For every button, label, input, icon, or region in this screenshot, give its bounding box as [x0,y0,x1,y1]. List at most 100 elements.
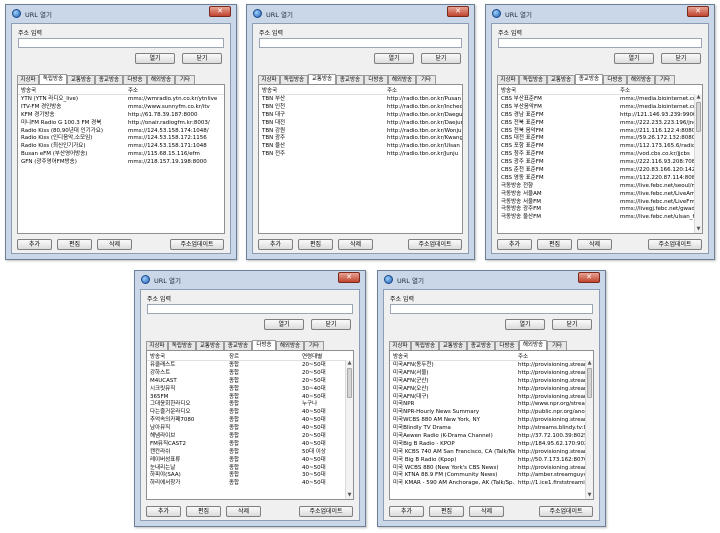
tab-multi[interactable]: 다방송 [603,75,627,84]
tab-independent[interactable]: 독립방송 [411,341,439,350]
list-item[interactable]: 미국 KMAR - 590 AM Anchorage, AK (Talk/Sp.… [390,479,593,487]
title-bar[interactable]: URL 열기 ✕ [247,5,474,23]
list-item[interactable]: YTN (YTN 라디오_live) mms://wmradio.ytn.co.k… [18,95,224,103]
station-list[interactable]: 방송국 장르 연령대별 유클래스트 종합 20~50대 강하스트 종합 20~50대 M4U… [146,350,354,500]
list-item[interactable]: 미국 KCBS 740 AM San Francisco, CA (Talk/N… [390,448,593,456]
list-item[interactable]: CBS 부산표준FM mms://media.biointernet.co [498,95,702,103]
tab-other[interactable]: 기타 [655,75,675,84]
list-item[interactable]: 시크릿뮤직 종합 30~40대 [147,385,353,393]
tab-traffic[interactable]: 교통방송 [196,341,224,350]
station-list[interactable]: 방송국 주소 미국AFN(동두천) http://provisioning.str… [389,350,594,500]
delete-button[interactable]: 삭제 [226,506,261,517]
list-item[interactable]: 극동방송 광주FM mms://livegj.febc.net/gwadi [498,205,702,213]
list-item[interactable]: 미국AFN(오산) http://provisioning.streamt [390,385,593,393]
list-item[interactable]: 해냄라이브 종합 20~50대 [147,432,353,440]
scroll-up-icon[interactable]: ▲ [586,360,593,367]
list-item[interactable]: TBN 대전 http://radio.tbn.or.kr/Daejun [259,119,462,127]
close-window-button[interactable]: ✕ [578,272,600,283]
update-address-button[interactable]: 주소업데이트 [539,506,593,517]
list-item[interactable]: CBS 대전 표준FM mms://59.26.172.132:8080 [498,134,702,142]
list-item[interactable]: 미국 KTNA 88.9 FM (Community News) http://a… [390,471,593,479]
list-item[interactable]: FM뮤직CAST2 종합 40~50대 [147,440,353,448]
list-item[interactable]: 하피야(SAA) 종합 30~50대 [147,471,353,479]
col-station-header[interactable]: 방송국 [393,352,408,360]
list-item[interactable]: 극동방송 전향 mms://live.febc.net/seoul/m [498,182,702,190]
list-item[interactable]: 유클래스트 종합 20~50대 [147,361,353,369]
list-item[interactable]: 강하스트 종합 20~50대 [147,369,353,377]
update-address-button[interactable]: 주소업데이트 [170,239,224,250]
close-button[interactable]: 닫기 [421,53,461,64]
delete-button[interactable]: 삭제 [577,239,612,250]
list-item[interactable]: 미국AFN(군산) http://provisioning.streamt [390,377,593,385]
update-address-button[interactable]: 주소업데이트 [648,239,702,250]
vertical-scrollbar[interactable]: ▲ ▼ [694,94,702,233]
list-item[interactable]: 미국Big B Radio - KPOP http://184.95.62.170… [390,440,593,448]
tab-religious[interactable]: 종교방송 [575,74,603,84]
scroll-thumb[interactable] [347,368,352,398]
tab-other[interactable]: 기타 [416,75,436,84]
tab-terrestrial[interactable]: 지상파 [17,75,39,84]
scroll-up-icon[interactable]: ▲ [346,360,353,367]
col-station-header[interactable]: 방송국 [21,86,36,94]
update-address-button[interactable]: 주소업데이트 [408,239,462,250]
list-item[interactable]: CBS 청주 표준FM mms://vod.cbs.co.kr/jjcbs [498,150,702,158]
title-bar[interactable]: URL 열기 ✕ [378,271,605,289]
list-item[interactable]: CBS 영동 표준FM mms://112.220.87.114:8080 [498,174,702,182]
list-item[interactable]: 캔칸라쉬 종합 50대 이상 [147,448,353,456]
list-item[interactable]: CBS 전북 표준FM mms://222.233.223.196/jndb [498,119,702,127]
add-button[interactable]: 추가 [17,239,52,250]
add-button[interactable]: 추가 [389,506,424,517]
address-input[interactable] [498,38,702,48]
tab-independent[interactable]: 독립방송 [280,75,308,84]
list-item[interactable]: CBS 포항 표준FM mms://112.173.165.6/radio [498,142,702,150]
list-item[interactable]: Radio Kiss (80,90년대 인기가요) mms://124.53.15… [18,127,224,135]
tab-terrestrial[interactable]: 지상파 [389,341,411,350]
list-item[interactable]: TBN 광주 http://radio.tbn.or.kr/Kwangju [259,134,462,142]
add-button[interactable]: 추가 [497,239,532,250]
close-window-button[interactable]: ✕ [338,272,360,283]
open-button[interactable]: 열기 [614,53,654,64]
tab-overseas[interactable]: 해외방송 [627,75,655,84]
scroll-down-icon[interactable]: ▼ [586,492,593,499]
list-item[interactable]: 미국NPR http://www.npr.org/streams [390,400,593,408]
list-item[interactable]: 미국NPR-Hourly News Summary http://public.n… [390,408,593,416]
delete-button[interactable]: 삭제 [338,239,373,250]
list-item[interactable]: 미국WCBS 880 AM New York, NY http://provisi… [390,416,593,424]
open-button[interactable]: 열기 [264,319,304,330]
scroll-thumb[interactable] [587,368,592,398]
station-list[interactable]: 방송국 주소 YTN (YTN 라디오_live) mms://wmradio.y… [17,84,225,234]
close-window-button[interactable]: ✕ [687,6,709,17]
open-button[interactable]: 열기 [135,53,175,64]
list-item[interactable]: 극동방송 울산FM mms://live.febc.net/ulsan_fe [498,213,702,221]
tab-multi[interactable]: 다방송 [495,341,519,350]
tab-independent[interactable]: 독립방송 [519,75,547,84]
open-button[interactable]: 열기 [505,319,545,330]
tab-traffic[interactable]: 교통방송 [547,75,575,84]
tab-overseas[interactable]: 해외방송 [388,75,416,84]
scroll-down-icon[interactable]: ▼ [695,226,702,233]
list-item[interactable]: 미국AFN(대구) http://provisioning.streamt [390,393,593,401]
title-bar[interactable]: URL 열기 ✕ [6,5,236,23]
tab-religious[interactable]: 종교방송 [467,341,495,350]
address-input[interactable] [259,38,462,48]
list-item[interactable]: ITV-FM 경인방송 mms://www.sunnyfm.co.kr/itv [18,103,224,111]
list-item[interactable]: CBS 부산음악FM mms://media.biointernet.co [498,103,702,111]
vertical-scrollbar[interactable]: ▲ ▼ [345,360,353,499]
list-item[interactable]: 미국AFN(동두천) http://provisioning.streamt [390,361,593,369]
list-item[interactable]: Radio Kiss (최신인기가요) mms://124.53.158.171:… [18,142,224,150]
tab-traffic[interactable]: 교통방송 [308,74,336,84]
list-item[interactable]: 남아뮤직 종합 40~50대 [147,424,353,432]
tab-religious[interactable]: 종교방송 [95,75,123,84]
tab-religious[interactable]: 종교방송 [224,341,252,350]
list-item[interactable]: 미국 Big B Radio (Kpop) http://50.7.173.162… [390,456,593,464]
close-button[interactable]: 닫기 [182,53,222,64]
col-address-header[interactable]: 주소 [128,86,138,94]
list-item[interactable]: 미국AFN(서울) http://provisioning.streamt [390,369,593,377]
tab-other[interactable]: 기타 [175,75,195,84]
list-item[interactable]: 그대윤회한라디오 종합 누구나 [147,400,353,408]
close-window-button[interactable]: ✕ [447,6,469,17]
tab-independent[interactable]: 독립방송 [39,74,67,84]
edit-button[interactable]: 편집 [298,239,333,250]
tab-multi[interactable]: 다방송 [364,75,388,84]
delete-button[interactable]: 삭제 [97,239,132,250]
